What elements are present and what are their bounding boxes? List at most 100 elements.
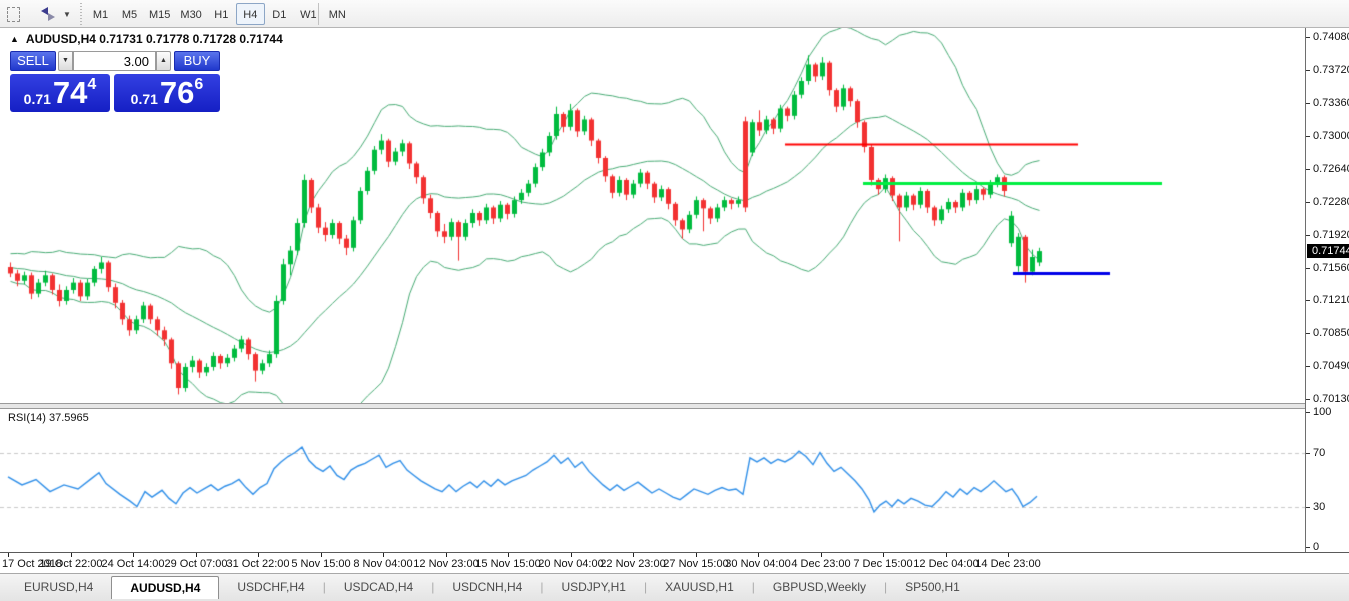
- time-axis-label: 29 Oct 07:00: [165, 558, 228, 570]
- time-axis-label: 19 Oct 22:00: [40, 558, 103, 570]
- time-axis-label: 20 Nov 04:00: [538, 558, 603, 570]
- axis-tick: [1306, 547, 1310, 548]
- timeframe-button-m15[interactable]: M15: [144, 3, 175, 25]
- time-tick: [696, 553, 697, 557]
- chart-tab-bar: EURUSD,H4AUDUSD,H4USDCHF,H4|USDCAD,H4|US…: [0, 573, 1349, 601]
- time-tick: [446, 553, 447, 557]
- time-tick: [321, 553, 322, 557]
- timeframe-button-group: M1M5M15M30H1H4D1W1MN: [86, 3, 352, 25]
- rsi-canvas[interactable]: [0, 409, 1305, 552]
- axis-tick: [1306, 136, 1310, 137]
- tab-usdcad[interactable]: USDCAD,H4: [326, 576, 431, 599]
- price-axis-label: 0.71560: [1313, 262, 1349, 274]
- tab-gbpusd[interactable]: GBPUSD,Weekly: [755, 576, 884, 599]
- tab-xauusd[interactable]: XAUUSD,H1: [647, 576, 752, 599]
- axis-tick: [1306, 70, 1310, 71]
- axis-tick: [1306, 169, 1310, 170]
- tab-usdjpy[interactable]: USDJPY,H1: [543, 576, 643, 599]
- price-axis: 0.740800.737200.733600.730000.726400.722…: [1305, 28, 1349, 552]
- tab-sp500[interactable]: SP500,H1: [887, 576, 978, 599]
- timeframe-button-mn[interactable]: MN: [323, 3, 352, 25]
- buy-price-display[interactable]: 0.71 76 6: [114, 74, 220, 112]
- timeframe-button-m5[interactable]: M5: [115, 3, 144, 25]
- axis-tick: [1306, 268, 1310, 269]
- chart-title: ▲ AUDUSD,H4 0.71731 0.71778 0.71728 0.71…: [10, 32, 283, 46]
- axis-tick: [1306, 453, 1310, 454]
- price-axis-label: 0.71210: [1313, 294, 1349, 306]
- axis-tick: [1306, 300, 1310, 301]
- time-tick: [133, 553, 134, 557]
- time-tick: [383, 553, 384, 557]
- sell-price-pip: 4: [87, 76, 96, 94]
- time-tick: [8, 553, 9, 557]
- time-tick: [883, 553, 884, 557]
- time-axis-label: 12 Dec 04:00: [913, 558, 978, 570]
- tab-usdcnh[interactable]: USDCNH,H4: [434, 576, 540, 599]
- time-axis-label: 8 Nov 04:00: [353, 558, 412, 570]
- sell-price-prefix: 0.71: [24, 91, 51, 107]
- time-tick: [821, 553, 822, 557]
- time-axis-label: 24 Oct 14:00: [102, 558, 165, 570]
- time-axis-label: 31 Oct 22:00: [227, 558, 290, 570]
- selection-box-icon[interactable]: [3, 4, 23, 24]
- axis-tick: [1306, 507, 1310, 508]
- timeframe-button-h1[interactable]: H1: [207, 3, 236, 25]
- sell-price-big: 74: [53, 76, 87, 110]
- time-tick: [758, 553, 759, 557]
- tab-eurusd[interactable]: EURUSD,H4: [6, 576, 111, 599]
- axis-tick: [1306, 235, 1310, 236]
- time-axis-label: 15 Nov 15:00: [475, 558, 540, 570]
- time-axis-label: 30 Nov 04:00: [725, 558, 790, 570]
- axis-tick: [1306, 37, 1310, 38]
- timeframe-button-d1[interactable]: D1: [265, 3, 294, 25]
- axis-tick: [1306, 412, 1310, 413]
- axis-tick: [1306, 333, 1310, 334]
- sell-button[interactable]: SELL: [10, 51, 56, 71]
- price-axis-label: 0.73000: [1313, 130, 1349, 142]
- time-tick: [633, 553, 634, 557]
- volume-input[interactable]: [73, 51, 156, 71]
- timeframe-button-m30[interactable]: M30: [175, 3, 206, 25]
- rsi-axis-label: 30: [1313, 501, 1325, 513]
- buy-price-prefix: 0.71: [131, 91, 158, 107]
- time-axis-label: 7 Dec 15:00: [853, 558, 912, 570]
- tab-usdchf[interactable]: USDCHF,H4: [219, 576, 322, 599]
- time-tick: [1008, 553, 1009, 557]
- axis-tick: [1306, 399, 1310, 400]
- one-click-trading-panel: SELL ▼ ▲ BUY 0.71 74 4 0.71 76 6: [10, 51, 222, 112]
- tile-arrows-icon[interactable]: [36, 4, 60, 24]
- dropdown-caret-icon[interactable]: ▼: [60, 4, 74, 24]
- price-axis-label: 0.73720: [1313, 64, 1349, 76]
- collapse-triangle-icon[interactable]: ▲: [10, 34, 19, 44]
- volume-decrease-button[interactable]: ▼: [58, 51, 73, 71]
- time-axis-label: 27 Nov 15:00: [663, 558, 728, 570]
- timeframe-button-h4[interactable]: H4: [236, 3, 265, 25]
- sell-price-display[interactable]: 0.71 74 4: [10, 74, 110, 112]
- time-tick: [196, 553, 197, 557]
- volume-increase-button[interactable]: ▲: [156, 51, 171, 71]
- time-tick: [71, 553, 72, 557]
- tab-audusd[interactable]: AUDUSD,H4: [111, 576, 219, 599]
- axis-tick: [1306, 202, 1310, 203]
- toolbar-separator: [78, 3, 83, 25]
- rsi-axis-label: 100: [1313, 406, 1331, 418]
- time-axis-label: 22 Nov 23:00: [600, 558, 665, 570]
- time-axis: 17 Oct 201819 Oct 22:0024 Oct 14:0029 Oc…: [0, 552, 1349, 573]
- price-axis-label: 0.72280: [1313, 196, 1349, 208]
- toolbar-separator-2: [318, 3, 319, 25]
- current-price-tag: 0.71744: [1307, 244, 1349, 258]
- time-tick: [508, 553, 509, 557]
- time-axis-label: 12 Nov 23:00: [413, 558, 478, 570]
- time-axis-label: 4 Dec 23:00: [791, 558, 850, 570]
- price-axis-label: 0.71920: [1313, 229, 1349, 241]
- price-axis-label: 0.70490: [1313, 360, 1349, 372]
- price-axis-label: 0.70130: [1313, 393, 1349, 405]
- mt4-terminal-window: ▼ M1M5M15M30H1H4D1W1MN ▲ AUDUSD,H4 0.717…: [0, 0, 1349, 601]
- timeframe-button-m1[interactable]: M1: [86, 3, 115, 25]
- chart-title-text: AUDUSD,H4 0.71731 0.71778 0.71728 0.7174…: [26, 32, 283, 46]
- buy-button[interactable]: BUY: [174, 51, 220, 71]
- rsi-indicator-panel: RSI(14) 37.5965: [0, 409, 1305, 552]
- toolbar: ▼ M1M5M15M30H1H4D1W1MN: [0, 0, 1349, 28]
- buy-price-pip: 6: [194, 76, 203, 94]
- price-chart-panel: ▲ AUDUSD,H4 0.71731 0.71778 0.71728 0.71…: [0, 28, 1305, 403]
